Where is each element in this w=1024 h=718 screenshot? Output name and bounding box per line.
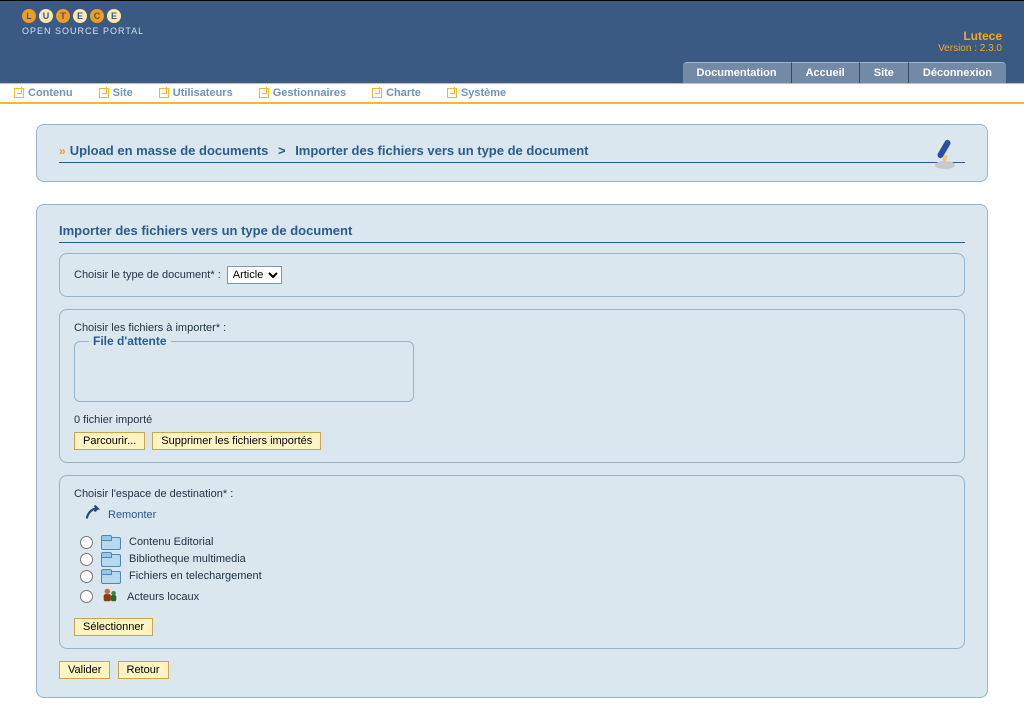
menu-systeme[interactable]: Système (447, 87, 506, 99)
brand-name: Lutece (938, 29, 1002, 43)
folder-icon (101, 552, 121, 566)
main-menu: Contenu Site Utilisateurs Gestionnaires … (0, 83, 1024, 104)
spaces-list: Contenu Editorial Bibliotheque multimedi… (74, 535, 950, 607)
menu-marker-icon (159, 88, 169, 98)
space-item: Acteurs locaux (80, 586, 950, 607)
validate-button[interactable]: Valider (59, 661, 110, 679)
space-radio[interactable] (80, 590, 93, 603)
clear-imports-button[interactable]: Supprimer les fichiers importés (152, 432, 321, 450)
logo-letter: E (107, 9, 121, 23)
breadcrumb-panel: » Upload en masse de documents > Importe… (36, 124, 988, 182)
tab-site[interactable]: Site (859, 62, 908, 83)
menu-marker-icon (259, 88, 269, 98)
menu-label: Système (461, 87, 506, 99)
page-body: » Upload en masse de documents > Importe… (0, 104, 1024, 718)
form-panel: Importer des fichiers vers un type de do… (36, 204, 988, 698)
up-arrow-icon (84, 504, 102, 525)
doc-type-fieldset: Choisir le type de document* : Article (59, 253, 965, 297)
logo-letter: T (56, 9, 70, 23)
top-tabs: Documentation Accueil Site Déconnexion (683, 62, 1006, 83)
breadcrumb-sep: > (274, 143, 289, 158)
space-item: Fichiers en telechargement (80, 569, 950, 583)
breadcrumb: » Upload en masse de documents > Importe… (59, 143, 965, 163)
menu-label: Gestionnaires (273, 87, 346, 99)
edit-tool-icon (933, 135, 969, 171)
menu-label: Contenu (28, 87, 73, 99)
space-label[interactable]: Bibliotheque multimedia (129, 553, 246, 565)
menu-label: Site (113, 87, 133, 99)
space-label[interactable]: Acteurs locaux (127, 591, 199, 603)
menu-label: Charte (386, 87, 421, 99)
logo-letter: C (90, 9, 104, 23)
menu-marker-icon (99, 88, 109, 98)
upload-queue: File d'attente (74, 334, 414, 402)
logo-circles: L U T E C E (22, 9, 144, 23)
browse-button[interactable]: Parcourir... (74, 432, 145, 450)
files-legend: Choisir les fichiers à importer* : (74, 322, 950, 334)
doc-type-select[interactable]: Article (227, 266, 282, 284)
tab-documentation[interactable]: Documentation (683, 62, 791, 83)
menu-utilisateurs[interactable]: Utilisateurs (159, 87, 233, 99)
menu-contenu[interactable]: Contenu (14, 87, 73, 99)
destination-fieldset: Choisir l'espace de destination* : Remon… (59, 475, 965, 649)
menu-site[interactable]: Site (99, 87, 133, 99)
space-radio[interactable] (80, 553, 93, 566)
go-up-label: Remonter (108, 509, 156, 521)
space-item: Bibliotheque multimedia (80, 552, 950, 566)
menu-charte[interactable]: Charte (372, 87, 421, 99)
folder-icon (101, 569, 121, 583)
menu-label: Utilisateurs (173, 87, 233, 99)
space-radio[interactable] (80, 570, 93, 583)
space-label[interactable]: Fichiers en telechargement (129, 570, 262, 582)
import-counter: 0 fichier importé (74, 414, 950, 426)
queue-legend: File d'attente (89, 334, 171, 348)
breadcrumb-level-1[interactable]: Upload en masse de documents (70, 143, 269, 158)
menu-marker-icon (447, 88, 457, 98)
top-header: L U T E C E OPEN SOURCE PORTAL Lutece Ve… (0, 0, 1024, 83)
logo-subtitle: OPEN SOURCE PORTAL (22, 26, 144, 36)
go-up-link[interactable]: Remonter (84, 504, 950, 525)
files-fieldset: Choisir les fichiers à importer* : File … (59, 309, 965, 463)
section-title: Importer des fichiers vers un type de do… (59, 223, 965, 243)
actors-icon (101, 586, 119, 607)
menu-marker-icon (14, 88, 24, 98)
destination-legend: Choisir l'espace de destination* : (74, 488, 950, 500)
folder-icon (101, 535, 121, 549)
menu-gestionnaires[interactable]: Gestionnaires (259, 87, 346, 99)
menu-marker-icon (372, 88, 382, 98)
form-actions: Valider Retour (59, 661, 965, 679)
tab-accueil[interactable]: Accueil (791, 62, 859, 83)
brand-info: Lutece Version : 2.3.0 (938, 29, 1002, 54)
logo-letter: L (22, 9, 36, 23)
chevrons-icon: » (59, 144, 64, 158)
space-item: Contenu Editorial (80, 535, 950, 549)
space-radio[interactable] (80, 536, 93, 549)
space-label[interactable]: Contenu Editorial (129, 536, 213, 548)
brand-version: Version : 2.3.0 (938, 43, 1002, 54)
tab-deconnexion[interactable]: Déconnexion (908, 62, 1006, 83)
logo-letter: U (39, 9, 53, 23)
logo: L U T E C E OPEN SOURCE PORTAL (22, 9, 144, 36)
doc-type-label: Choisir le type de document* : (74, 269, 221, 281)
logo-letter: E (73, 9, 87, 23)
select-space-button[interactable]: Sélectionner (74, 618, 153, 636)
back-button[interactable]: Retour (118, 661, 169, 679)
breadcrumb-level-2: Importer des fichiers vers un type de do… (295, 143, 588, 158)
